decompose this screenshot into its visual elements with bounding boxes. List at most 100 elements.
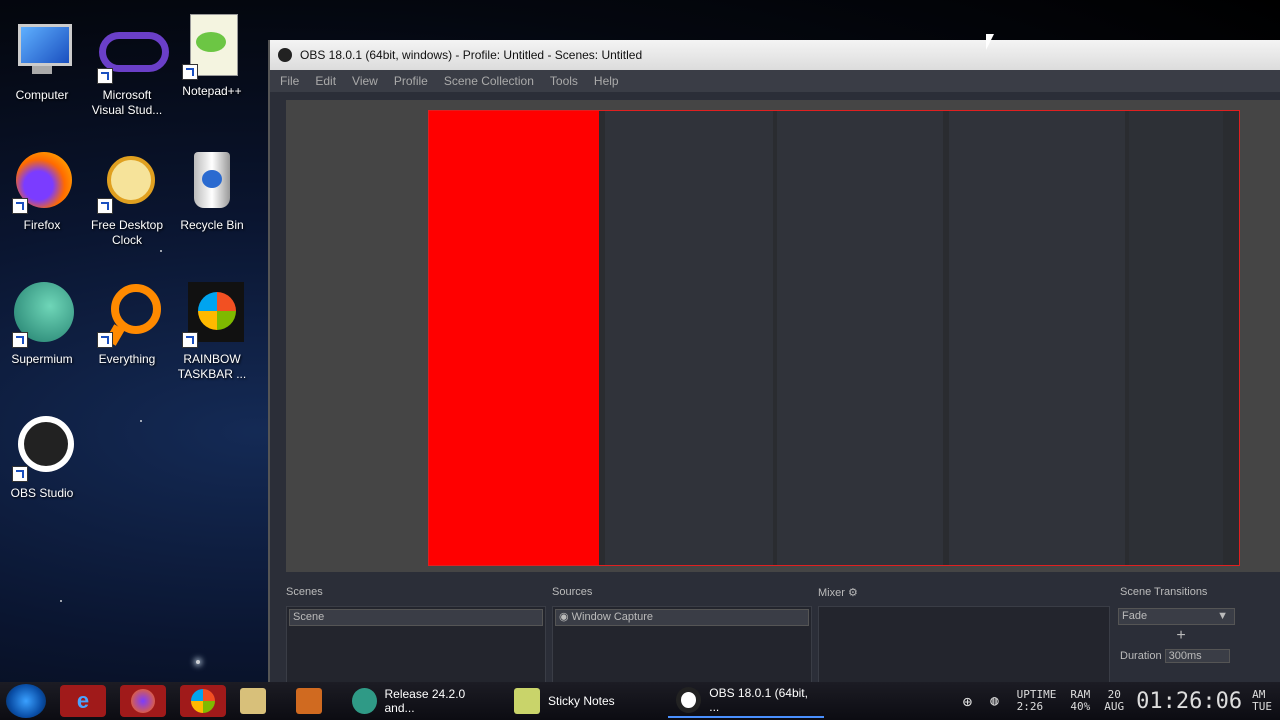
ampm-readout: AM TUE (1252, 689, 1272, 713)
clock-icon (95, 148, 159, 214)
desktop-icon-label: Firefox (23, 218, 61, 232)
taskbar-button-label: Release 24.2.0 and... (384, 687, 466, 715)
taskbar-explorer[interactable] (232, 685, 282, 717)
transition-select[interactable]: Fade ▼ (1118, 608, 1235, 625)
taskbar-pin-firefox[interactable] (120, 685, 166, 717)
internet-explorer-icon: e (76, 688, 90, 713)
time-value: 01:26:06 (1136, 688, 1243, 714)
star (196, 660, 200, 664)
transition-select-value: Fade (1122, 610, 1148, 622)
star (160, 250, 162, 252)
preview-canvas[interactable] (428, 110, 1240, 566)
computer-icon (10, 18, 74, 82)
duration-row: Duration 300ms (1120, 649, 1246, 663)
desktop-icon-computer[interactable]: Computer (0, 18, 84, 103)
captured-column (605, 111, 773, 565)
window-title: OBS 18.0.1 (64bit, windows) - Profile: U… (300, 48, 643, 62)
taskbar-sticky-notes[interactable]: Sticky Notes (506, 685, 662, 717)
start-button[interactable] (6, 684, 46, 718)
mixer-title-text: Mixer (818, 587, 845, 599)
desktop-icon-visual-studio[interactable]: Microsoft Visual Stud... (85, 18, 169, 118)
captured-column (777, 111, 943, 565)
desktop-icon-label: Computer (15, 88, 69, 102)
chevron-down-icon: ▼ (1217, 610, 1228, 622)
scenes-title: Scenes (286, 586, 323, 598)
add-transition-icon[interactable]: + (1116, 627, 1246, 645)
obs-icon (10, 416, 74, 482)
system-clock[interactable]: ⊕ ◍ UPTIME 2:26 RAM 40% 20 AUG 01:26:06 … (963, 682, 1272, 720)
ram-readout: RAM 40% (1070, 689, 1090, 713)
source-item[interactable]: ◉ Window Capture (555, 609, 809, 626)
desktop-icon-label: Everything (98, 352, 156, 366)
obs-menubar: File Edit View Profile Scene Collection … (270, 70, 1280, 92)
globe-icon[interactable]: ◍ (990, 693, 998, 709)
scenes-list[interactable]: Scene (286, 606, 546, 684)
menu-edit[interactable]: Edit (315, 74, 336, 88)
desktop-icon-obs-studio[interactable]: OBS Studio (0, 416, 84, 501)
date-month: AUG (1104, 700, 1125, 713)
notepadpp-icon (180, 14, 244, 80)
scene-item[interactable]: Scene (289, 609, 543, 626)
weekday: TUE (1252, 700, 1272, 713)
gear-icon[interactable]: ⚙ (848, 587, 858, 599)
taskbar-button-label: OBS 18.0.1 (64bit, ... (709, 686, 808, 714)
desktop-icon-label: RAINBOW TASKBAR ... (177, 352, 247, 381)
taskbar-button-label: Sticky Notes (548, 694, 615, 708)
desktop-icon-rainbow-taskbar[interactable]: RAINBOW TASKBAR ... (170, 282, 254, 382)
mixer-panel (818, 606, 1110, 684)
visual-studio-icon (95, 18, 169, 84)
desktop-icon-label: Notepad++ (182, 84, 242, 98)
firefox-icon (131, 689, 155, 713)
desktop-icon-everything[interactable]: Everything (85, 282, 169, 367)
star (140, 420, 142, 422)
scene-transitions-title: Scene Transitions (1120, 586, 1208, 598)
sources-list[interactable]: ◉ Window Capture (552, 606, 812, 684)
taskbar-obs[interactable]: OBS 18.0.1 (64bit, ... (668, 684, 824, 718)
menu-profile[interactable]: Profile (394, 74, 428, 88)
windows-logo-icon (191, 689, 215, 713)
supermium-icon (10, 282, 74, 348)
everything-icon (95, 282, 161, 348)
source-item-label: Window Capture (571, 611, 653, 623)
obs-window[interactable]: OBS 18.0.1 (64bit, windows) - Profile: U… (268, 40, 1280, 684)
firefox-icon (10, 148, 74, 214)
menu-view[interactable]: View (352, 74, 378, 88)
sources-title: Sources (552, 586, 593, 598)
menu-scene-collection[interactable]: Scene Collection (444, 74, 534, 88)
add-icon[interactable]: ⊕ (963, 692, 973, 711)
obs-icon (676, 687, 702, 713)
desktop-icon-label: OBS Studio (10, 486, 74, 500)
rainbow-taskbar-icon (180, 282, 244, 348)
eye-icon[interactable]: ◉ (559, 611, 572, 623)
menu-file[interactable]: File (280, 74, 299, 88)
taskbar-media[interactable] (288, 685, 338, 717)
sticky-notes-icon (514, 688, 540, 714)
desktop-icon-notepadpp[interactable]: Notepad++ (170, 14, 254, 99)
ram-value: 40% (1070, 700, 1091, 713)
desktop-icon-label: Free Desktop Clock (90, 218, 164, 247)
desktop-icon-label: Supermium (11, 352, 73, 366)
desktop-icon-label: Recycle Bin (180, 218, 244, 232)
menu-help[interactable]: Help (594, 74, 619, 88)
date-readout: 20 AUG (1104, 689, 1124, 713)
desktop-icon-supermium[interactable]: Supermium (0, 282, 84, 367)
desktop-icon-label: Microsoft Visual Stud... (91, 88, 163, 117)
preview-area[interactable] (286, 100, 1280, 572)
taskbar-pin-ie[interactable]: e (60, 685, 106, 717)
mouse-cursor-icon (986, 34, 1002, 50)
desktop-icon-recycle-bin[interactable]: Recycle Bin (170, 148, 254, 233)
star (60, 600, 62, 602)
taskbar-pin-windows[interactable] (180, 685, 226, 717)
taskbar-supermium[interactable]: Release 24.2.0 and... (344, 685, 500, 717)
folder-icon (240, 688, 266, 714)
supermium-icon (352, 688, 377, 714)
desktop-icon-firefox[interactable]: Firefox (0, 148, 84, 233)
captured-column (1129, 111, 1223, 565)
taskbar: e Release 24.2.0 and... Sticky Notes OBS… (0, 682, 1280, 720)
duration-label: Duration (1120, 650, 1162, 662)
menu-tools[interactable]: Tools (550, 74, 578, 88)
uptime-value: 2:26 (1016, 700, 1044, 713)
desktop-icon-free-desktop-clock[interactable]: Free Desktop Clock (85, 148, 169, 248)
duration-input[interactable]: 300ms (1164, 649, 1230, 663)
obs-titlebar[interactable]: OBS 18.0.1 (64bit, windows) - Profile: U… (270, 40, 1280, 70)
